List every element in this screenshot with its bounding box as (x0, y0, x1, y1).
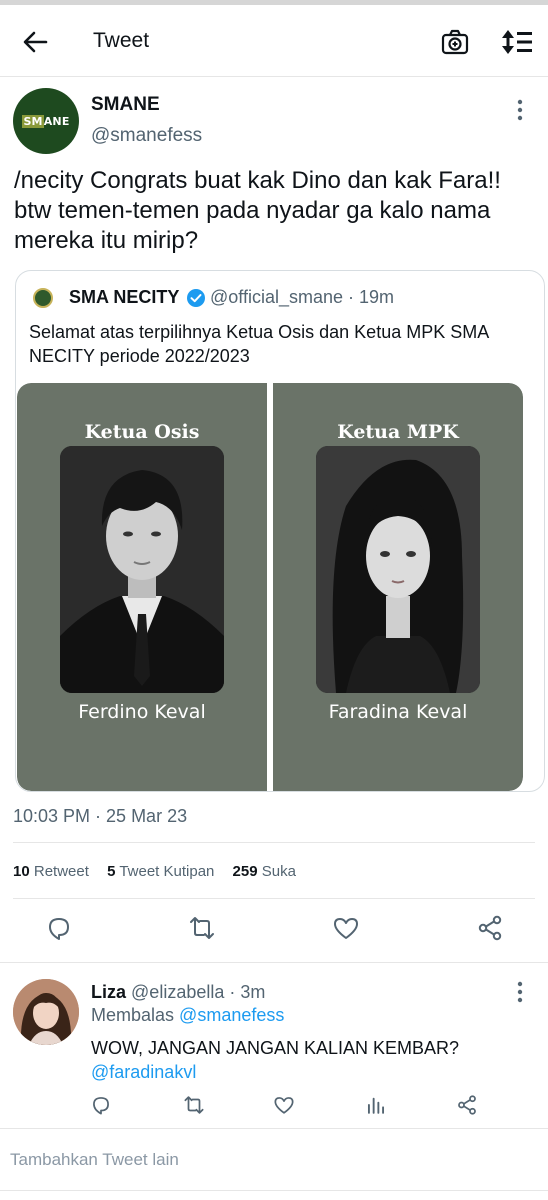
divider (0, 1190, 548, 1191)
retweet-icon[interactable] (188, 914, 216, 942)
divider (0, 962, 548, 963)
more-options-icon[interactable] (510, 98, 530, 122)
tweet-action-bar (0, 914, 548, 948)
tweet-stats: 10 Retweet 5 Tweet Kutipan 259 Suka (13, 863, 296, 880)
divider (13, 898, 535, 899)
divider (0, 1128, 548, 1129)
quoted-author-avatar (33, 288, 53, 308)
panel-title: Ketua MPK (337, 421, 459, 443)
quoted-tweet-image[interactable]: Ketua Osis Ferdino Keval Ketua MPK Farad… (17, 383, 523, 791)
reply-text: WOW, JANGAN JANGAN KALIAN KEMBAR? @farad… (91, 1038, 460, 1082)
photo-faradina (316, 446, 480, 693)
replying-to-link[interactable]: @smanefess (179, 1005, 284, 1025)
quoted-author-name: SMA NECITY (69, 287, 180, 307)
reply-header: Liza @elizabella · 3m (91, 982, 265, 1003)
reply-icon[interactable] (45, 914, 73, 942)
author-name[interactable]: SMANE (91, 94, 160, 116)
like-icon[interactable] (273, 1094, 295, 1116)
tweet-text: /necity Congrats buat kak Dino dan kak F… (14, 167, 501, 254)
quoted-author-handle: @official_smane · 19m (210, 287, 395, 307)
reply-icon[interactable] (90, 1094, 112, 1116)
analytics-icon[interactable] (365, 1094, 387, 1116)
quoted-tweet-text: Selamat atas terpilihnya Ketua Osis dan … (29, 322, 489, 366)
reply-author-handle[interactable]: @elizabella · 3m (131, 982, 265, 1002)
top-bar: Tweet (0, 5, 548, 77)
like-icon[interactable] (332, 914, 360, 942)
reply-more-options-icon[interactable] (510, 980, 530, 1004)
share-icon[interactable] (456, 1094, 478, 1116)
reply-avatar[interactable] (13, 979, 79, 1045)
avatar-logo: SMANE (22, 114, 70, 128)
reply-action-bar (0, 1094, 548, 1120)
like-count[interactable]: 259 Suka (233, 863, 296, 880)
panel-ketua-mpk: Ketua MPK Faradina Keval (273, 383, 523, 791)
share-icon[interactable] (476, 914, 504, 942)
quote-count[interactable]: 5 Tweet Kutipan (107, 863, 214, 880)
panel-title: Ketua Osis (84, 421, 200, 443)
quoted-tweet[interactable]: SMA NECITY @official_smane · 19m Selamat… (15, 270, 545, 792)
sort-icon[interactable] (500, 27, 534, 57)
retweet-count[interactable]: 10 Retweet (13, 863, 89, 880)
verified-badge-icon (187, 289, 205, 307)
replying-to: Membalas @smanefess (91, 1005, 285, 1025)
author-handle[interactable]: @smanefess (91, 125, 202, 147)
panel-name: Ferdino Keval (78, 701, 206, 723)
photo-ferdino (60, 446, 224, 693)
page-title: Tweet (93, 29, 150, 52)
reply-author-name[interactable]: Liza (91, 982, 126, 1002)
tweet-timestamp[interactable]: 10:03 PM · 25 Mar 23 (13, 806, 187, 827)
panel-name: Faradina Keval (328, 701, 468, 723)
divider (13, 842, 535, 843)
mention-link[interactable]: @faradinakvl (91, 1062, 196, 1082)
retweet-icon[interactable] (183, 1094, 205, 1116)
camera-plus-icon[interactable] (440, 27, 470, 57)
add-tweet-input[interactable]: Tambahkan Tweet lain (10, 1150, 179, 1170)
arrow-left-icon[interactable] (20, 27, 50, 57)
panel-ketua-osis: Ketua Osis Ferdino Keval (17, 383, 267, 791)
author-avatar[interactable]: SMANE (13, 88, 79, 154)
